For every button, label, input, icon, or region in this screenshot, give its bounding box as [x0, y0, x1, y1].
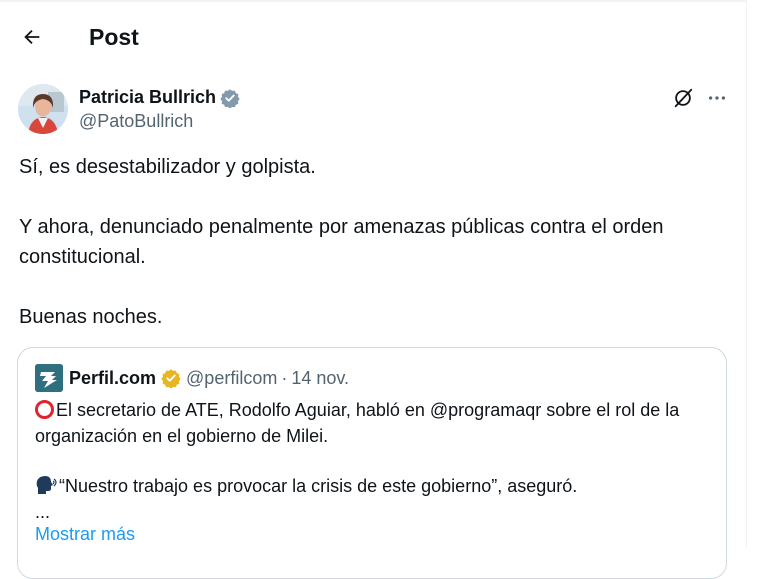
back-button[interactable]	[14, 19, 50, 55]
avatar-image	[18, 84, 68, 134]
author-name[interactable]: Patricia Bullrich	[79, 87, 216, 108]
post-header: Post	[0, 2, 746, 72]
red-circle-icon	[35, 400, 54, 419]
separator: ·	[281, 367, 288, 388]
quoted-text-line: El secretario de ATE, Rodolfo Aguiar, ha…	[35, 400, 680, 446]
post-text-line: Y ahora, denunciado penalmente por amena…	[19, 216, 664, 268]
page-title: Post	[89, 24, 139, 50]
perfil-logo-icon[interactable]	[35, 364, 63, 392]
quoted-post[interactable]: Perfil.com @perfilcom · 14 nov. El secre…	[17, 347, 727, 579]
more-horizontal-icon	[708, 96, 726, 100]
post-text-line: Buenas noches.	[19, 306, 163, 328]
speaking-head-icon	[36, 476, 57, 494]
arrow-left-icon	[24, 29, 40, 45]
post-author: Patricia Bullrich @PatoBullrich	[18, 84, 733, 136]
quoted-post-date[interactable]: 14 nov.	[291, 368, 349, 389]
post-text-line: Sí, es desestabilizador y golpista.	[19, 156, 316, 178]
grok-button[interactable]	[668, 84, 698, 112]
quoted-author-handle[interactable]: @perfilcom	[186, 368, 277, 389]
column-divider	[746, 0, 747, 549]
avatar[interactable]	[18, 84, 68, 134]
grok-slash-icon	[674, 88, 693, 108]
quoted-author-name[interactable]: Perfil.com	[69, 368, 156, 389]
quoted-text-ellipsis: ...	[35, 502, 51, 522]
show-more-link[interactable]: Mostrar más	[35, 524, 135, 545]
author-handle[interactable]: @PatoBullrich	[79, 111, 193, 132]
verified-badge-icon	[220, 88, 240, 108]
quoted-post-header: Perfil.com @perfilcom · 14 nov.	[35, 364, 349, 392]
verified-gold-badge-icon	[161, 369, 181, 388]
quoted-post-text: El secretario de ATE, Rodolfo Aguiar, ha…	[35, 397, 715, 525]
post-text: Sí, es desestabilizador y golpista. Y ah…	[19, 152, 734, 332]
quoted-text-line: “Nuestro trabajo es provocar la crisis d…	[35, 473, 715, 499]
author-name-row: Patricia Bullrich	[79, 87, 240, 108]
more-button[interactable]	[702, 84, 732, 112]
